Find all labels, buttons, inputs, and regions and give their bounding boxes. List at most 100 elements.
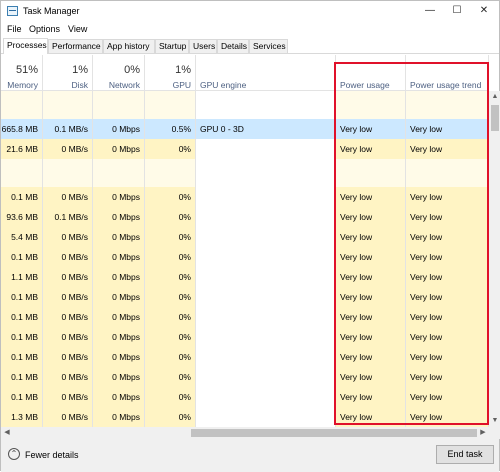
horizontal-scroll-thumb[interactable] — [191, 429, 477, 437]
table-row[interactable] — [406, 159, 488, 187]
tab-performance[interactable]: Performance — [48, 39, 103, 53]
table-row[interactable]: Very low — [336, 327, 405, 347]
table-row[interactable]: 0 Mbps — [93, 307, 144, 327]
table-row[interactable] — [43, 91, 92, 119]
table-row[interactable]: 0% — [145, 247, 195, 267]
table-row[interactable] — [93, 159, 144, 187]
table-row[interactable] — [43, 159, 92, 187]
table-row[interactable]: Very low — [406, 287, 488, 307]
menu-options[interactable]: Options — [29, 24, 60, 34]
table-row[interactable]: 0 Mbps — [93, 187, 144, 207]
fewer-details-link[interactable]: Fewer details — [25, 450, 79, 460]
table-row[interactable]: 0 Mbps — [93, 247, 144, 267]
table-row[interactable]: 21.6 MB — [1, 139, 42, 159]
tab-app-history[interactable]: App history — [103, 39, 155, 53]
table-row[interactable]: 0 MB/s — [43, 307, 92, 327]
table-row[interactable]: GPU 0 - 3D — [196, 119, 335, 139]
table-row[interactable]: Very low — [336, 407, 405, 427]
table-row[interactable]: Very low — [336, 287, 405, 307]
table-row[interactable] — [1, 91, 42, 119]
table-row[interactable]: 0.1 MB — [1, 287, 42, 307]
table-row[interactable] — [196, 187, 335, 207]
table-row[interactable]: Very low — [336, 267, 405, 287]
table-row[interactable]: 0.1 MB — [1, 327, 42, 347]
table-row[interactable]: Very low — [406, 367, 488, 387]
table-row[interactable]: 5.4 MB — [1, 227, 42, 247]
table-row[interactable]: 1.3 MB — [1, 407, 42, 427]
table-row[interactable]: Very low — [336, 367, 405, 387]
table-row[interactable]: 0.1 MB — [1, 187, 42, 207]
table-row[interactable]: 0 MB/s — [43, 139, 92, 159]
table-row[interactable]: Very low — [336, 207, 405, 227]
column-header-gpu[interactable]: 1% GPU — [145, 55, 195, 91]
table-row[interactable]: 0 Mbps — [93, 387, 144, 407]
table-row[interactable]: 0 MB/s — [43, 247, 92, 267]
table-row[interactable]: 0% — [145, 287, 195, 307]
table-row[interactable] — [145, 91, 195, 119]
table-row[interactable]: 93.6 MB — [1, 207, 42, 227]
tab-users[interactable]: Users — [189, 39, 217, 53]
table-row[interactable]: Very low — [336, 139, 405, 159]
table-row[interactable]: Very low — [406, 347, 488, 367]
table-row[interactable]: 0% — [145, 267, 195, 287]
table-row[interactable] — [406, 91, 488, 119]
table-row[interactable]: 0 Mbps — [93, 139, 144, 159]
table-row[interactable]: 0 Mbps — [93, 347, 144, 367]
tab-processes[interactable]: Processes — [3, 38, 48, 54]
table-row[interactable]: 0 Mbps — [93, 287, 144, 307]
scroll-right-icon[interactable]: ▶ — [477, 427, 489, 439]
table-row[interactable] — [1, 159, 42, 187]
table-row[interactable] — [196, 387, 335, 407]
table-row[interactable] — [336, 91, 405, 119]
table-row[interactable]: 0% — [145, 407, 195, 427]
table-row[interactable]: 0% — [145, 207, 195, 227]
maximize-button[interactable]: ☐ — [448, 3, 466, 19]
table-row[interactable]: 0% — [145, 327, 195, 347]
table-row[interactable]: Very low — [406, 187, 488, 207]
minimize-button[interactable]: — — [421, 3, 439, 19]
table-row[interactable]: 0.1 MB — [1, 347, 42, 367]
column-header-network[interactable]: 0% Network — [93, 55, 144, 91]
table-row[interactable]: 0 MB/s — [43, 387, 92, 407]
table-row[interactable]: 0 Mbps — [93, 407, 144, 427]
table-row[interactable]: 0.1 MB/s — [43, 207, 92, 227]
column-header-gpu-engine[interactable]: GPU engine — [196, 55, 335, 91]
table-row[interactable]: 0% — [145, 139, 195, 159]
table-row[interactable]: 0% — [145, 387, 195, 407]
table-row[interactable] — [196, 207, 335, 227]
close-button[interactable]: ✕ — [475, 3, 493, 19]
table-row[interactable]: Very low — [406, 307, 488, 327]
table-row[interactable] — [196, 91, 335, 119]
table-row[interactable]: 0% — [145, 367, 195, 387]
table-row[interactable]: Very low — [406, 247, 488, 267]
vertical-scrollbar[interactable]: ▲ ▼ — [489, 91, 500, 427]
table-row[interactable]: 665.8 MB — [1, 119, 42, 139]
column-header-power[interactable]: Power usage — [336, 55, 405, 91]
table-row[interactable]: Very low — [336, 347, 405, 367]
table-row[interactable]: 0% — [145, 227, 195, 247]
table-row[interactable]: Very low — [406, 139, 488, 159]
table-row[interactable]: 0 Mbps — [93, 367, 144, 387]
vertical-scroll-thumb[interactable] — [491, 105, 499, 131]
table-row[interactable] — [196, 347, 335, 367]
scroll-up-icon[interactable]: ▲ — [489, 91, 500, 103]
table-row[interactable] — [196, 159, 335, 187]
table-row[interactable]: 0.1 MB — [1, 307, 42, 327]
table-row[interactable]: 0 Mbps — [93, 267, 144, 287]
table-row[interactable]: 0% — [145, 307, 195, 327]
column-header-disk[interactable]: 1% Disk — [43, 55, 92, 91]
table-row[interactable]: 0 MB/s — [43, 187, 92, 207]
table-row[interactable] — [196, 367, 335, 387]
table-row[interactable]: Very low — [336, 247, 405, 267]
tab-startup[interactable]: Startup — [155, 39, 189, 53]
table-row[interactable]: 0 MB/s — [43, 367, 92, 387]
table-row[interactable]: Very low — [406, 227, 488, 247]
table-row[interactable]: 0 Mbps — [93, 227, 144, 247]
menu-view[interactable]: View — [68, 24, 87, 34]
column-header-trend[interactable]: Power usage trend — [406, 55, 488, 91]
table-row[interactable] — [196, 267, 335, 287]
table-row[interactable] — [196, 327, 335, 347]
table-row[interactable] — [93, 91, 144, 119]
table-row[interactable] — [196, 227, 335, 247]
table-row[interactable]: 0 MB/s — [43, 227, 92, 247]
